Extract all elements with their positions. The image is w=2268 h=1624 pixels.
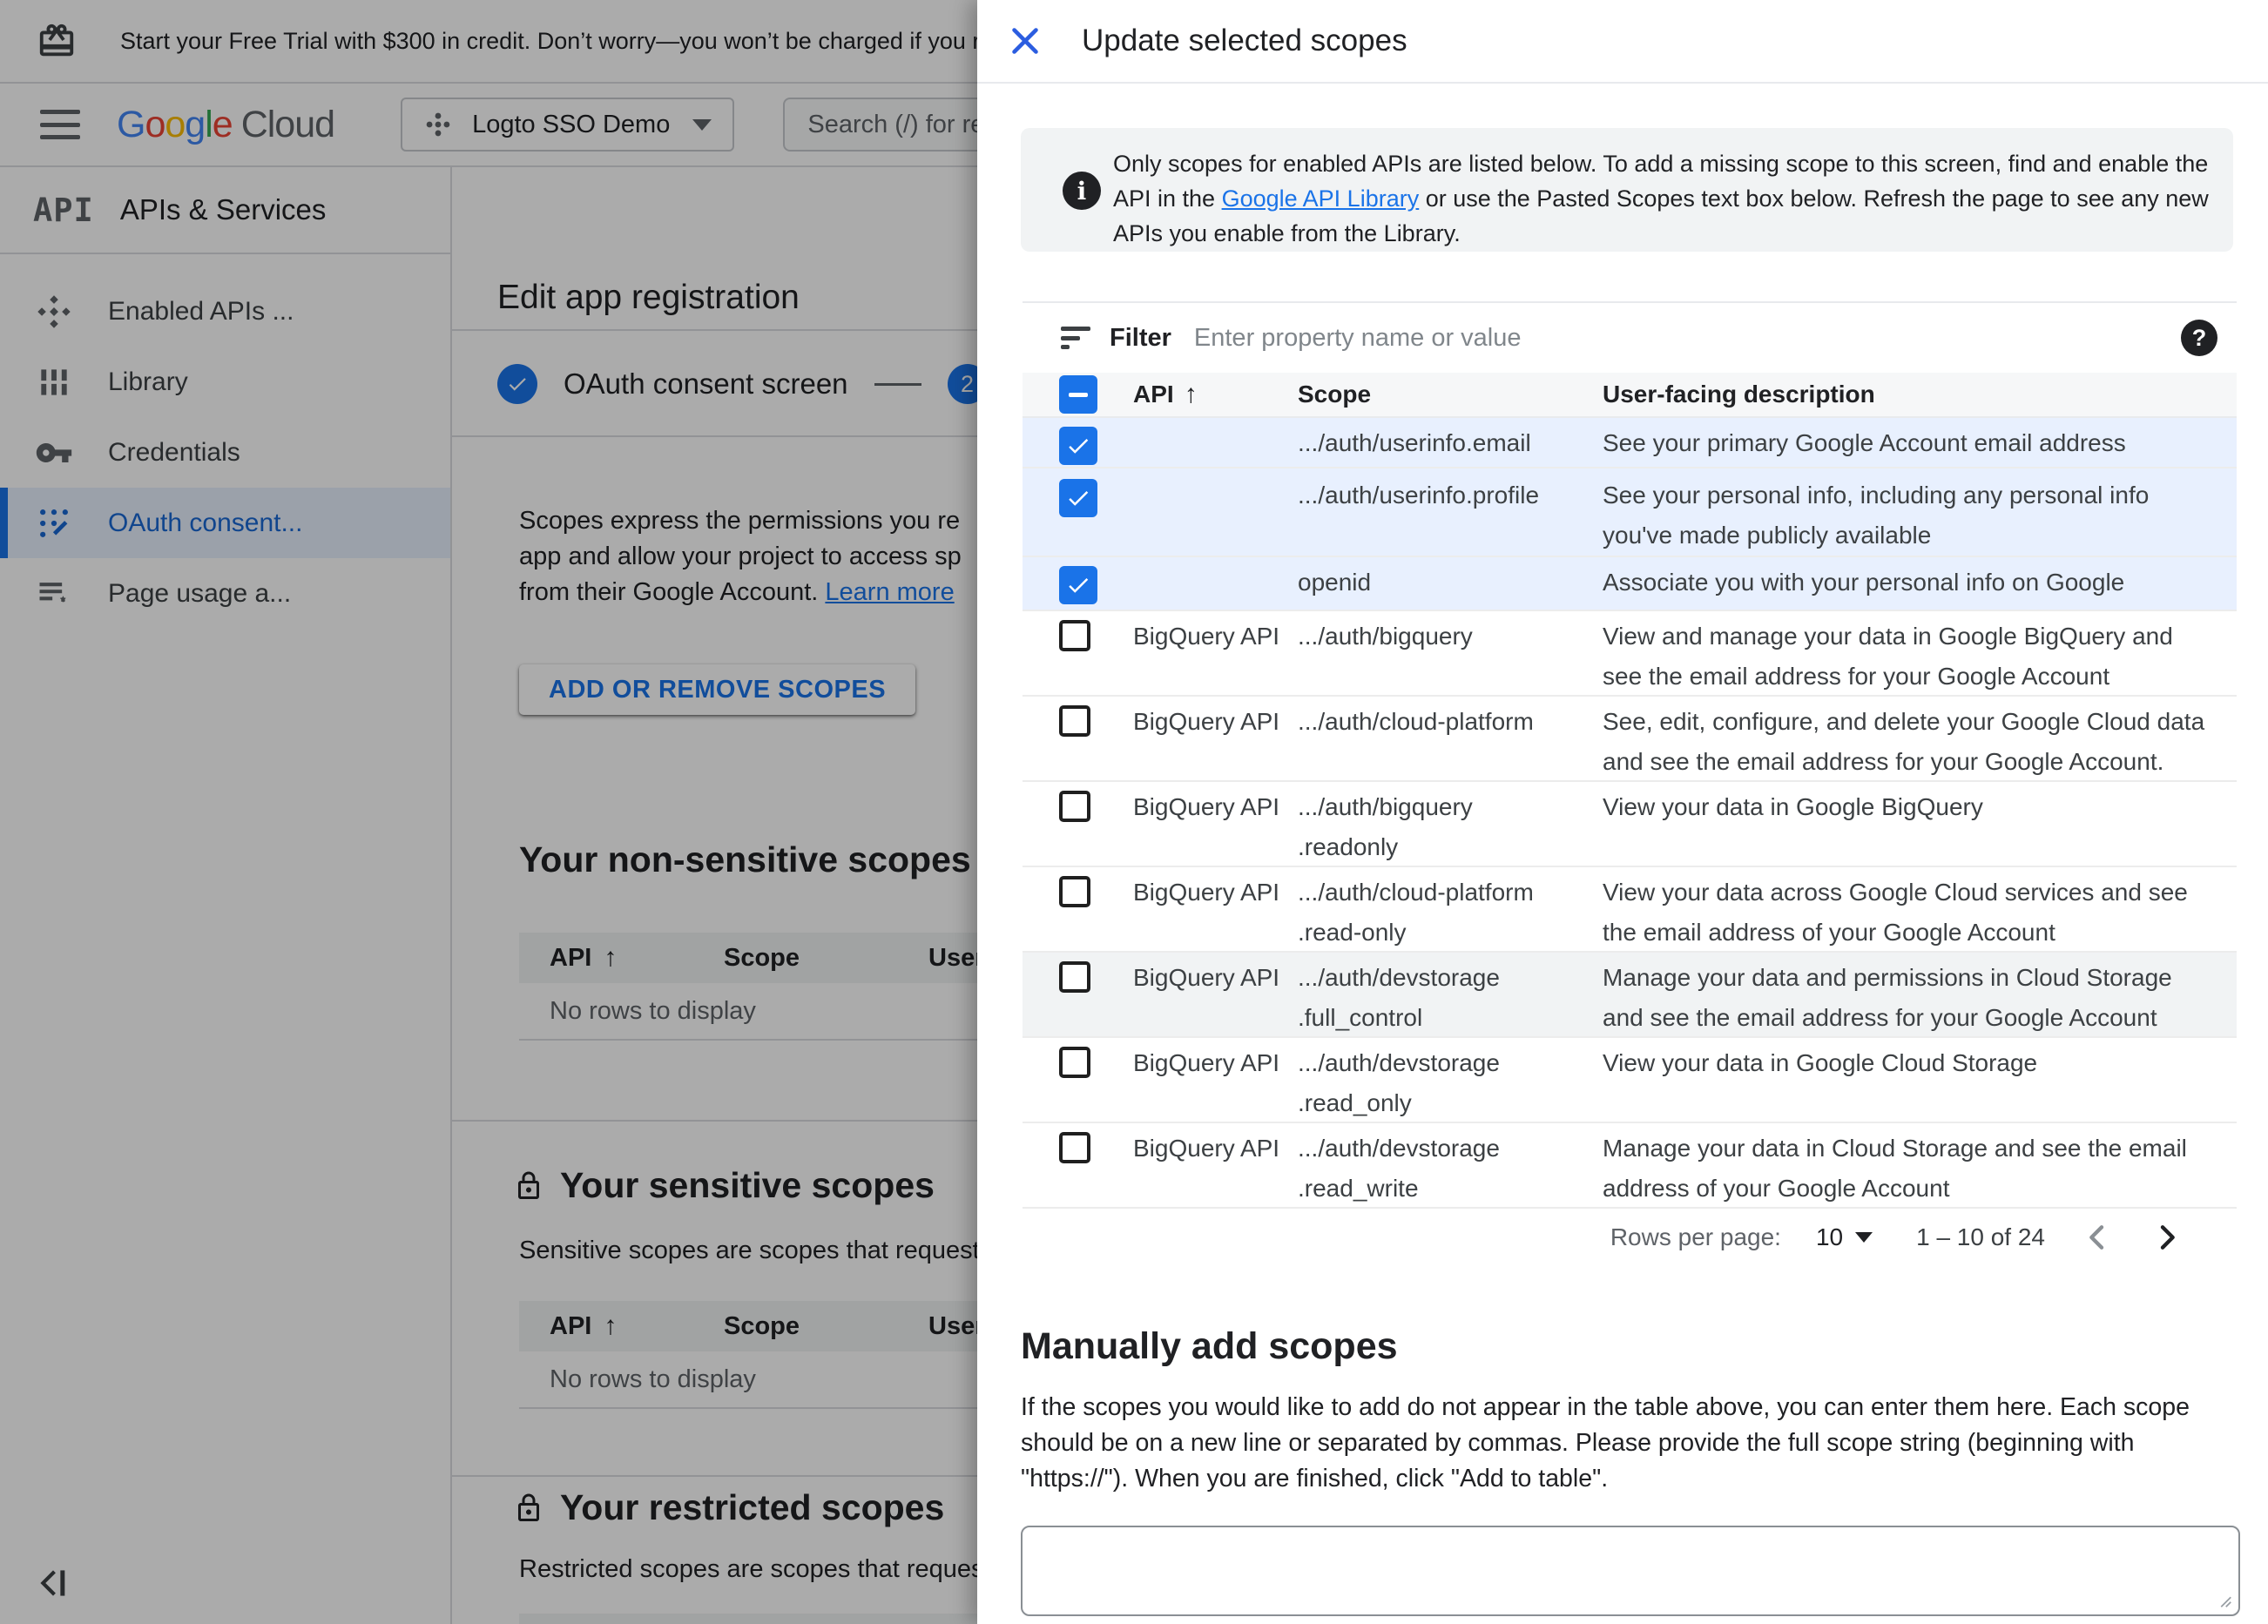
table-row[interactable]: BigQuery API .../auth/bigquery .readonly… <box>1023 782 2237 867</box>
table-row[interactable]: BigQuery API .../auth/bigquery View and … <box>1023 611 2237 697</box>
row-api: BigQuery API <box>1133 879 1280 906</box>
sort-ascending-icon[interactable]: ↑ <box>1185 380 1198 409</box>
row-api: BigQuery API <box>1133 1049 1280 1076</box>
col-scope[interactable]: Scope <box>1298 381 1603 408</box>
rows-per-page-value: 10 <box>1815 1223 1844 1250</box>
row-checkbox-unchecked[interactable] <box>1059 705 1094 740</box>
row-checkbox-checked[interactable] <box>1059 427 1097 465</box>
panel-title: Update selected scopes <box>1082 24 1407 57</box>
col-description[interactable]: User-facing description <box>1603 381 2237 408</box>
manual-scopes-textarea[interactable] <box>1021 1526 2240 1616</box>
row-api: BigQuery API <box>1133 964 1280 991</box>
row-scope: .../auth/bigquery <box>1298 623 1473 650</box>
close-icon[interactable] <box>1005 21 1045 61</box>
row-scope: .../auth/userinfo.profile <box>1298 482 1540 509</box>
row-description: View and manage your data in Google BigQ… <box>1603 623 2173 690</box>
row-checkbox-checked[interactable] <box>1059 566 1097 604</box>
row-scope: .../auth/cloud-platform <box>1298 708 1534 735</box>
row-description: See your primary Google Account email ad… <box>1603 429 2126 456</box>
select-all-checkbox[interactable] <box>1059 375 1097 414</box>
update-scopes-panel: Update selected scopes i Only scopes for… <box>977 0 2268 1624</box>
row-api: BigQuery API <box>1133 708 1280 735</box>
row-description: See your personal info, including any pe… <box>1603 482 2150 549</box>
row-description: Manage your data in Cloud Storage and se… <box>1603 1135 2187 1202</box>
row-checkbox-unchecked[interactable] <box>1059 620 1094 655</box>
row-api: BigQuery API <box>1133 623 1280 650</box>
row-api: BigQuery API <box>1133 1135 1280 1162</box>
scopes-table-header: API ↑ Scope User-facing description <box>1023 373 2237 418</box>
info-icon: i <box>1063 172 1101 210</box>
row-scope: .../auth/devstorage .read_write <box>1298 1135 1500 1202</box>
row-description: See, edit, configure, and delete your Go… <box>1603 708 2205 775</box>
row-description: View your data in Google BigQuery <box>1603 793 1983 820</box>
manually-add-scopes-heading: Manually add scopes <box>1021 1325 1398 1367</box>
row-description: View your data in Google Cloud Storage <box>1603 1049 2038 1076</box>
rows-per-page-label: Rows per page: <box>1610 1223 1781 1250</box>
row-scope: .../auth/bigquery .readonly <box>1298 793 1473 860</box>
col-label: API <box>1133 381 1174 408</box>
filter-label: Filter <box>1110 323 1171 352</box>
col-label: User-facing description <box>1603 381 1875 408</box>
scopes-table-block: Filter ? API ↑ Scope User-facing descript… <box>1023 301 2237 1266</box>
manual-scopes-field <box>1021 1526 2240 1616</box>
info-banner: i Only scopes for enabled APIs are liste… <box>1021 128 2233 252</box>
info-text: Only scopes for enabled APIs are listed … <box>1113 146 2212 251</box>
table-row[interactable]: .../auth/userinfo.profile See your perso… <box>1023 468 2237 557</box>
filter-icon <box>1061 327 1092 349</box>
row-scope: .../auth/devstorage .full_control <box>1298 964 1500 1031</box>
table-row[interactable]: BigQuery API .../auth/devstorage .full_c… <box>1023 953 2237 1038</box>
previous-page-icon[interactable] <box>2080 1220 2115 1255</box>
chevron-down-icon <box>1855 1232 1873 1243</box>
filter-input[interactable] <box>1193 323 2181 353</box>
row-checkbox-unchecked[interactable] <box>1059 1047 1094 1082</box>
filter-bar: Filter ? <box>1023 303 2237 373</box>
table-row[interactable]: BigQuery API .../auth/devstorage .read_w… <box>1023 1123 2237 1209</box>
row-scope: openid <box>1298 569 1372 596</box>
col-api[interactable]: API ↑ <box>1133 380 1298 409</box>
manually-add-scopes-desc: If the scopes you would like to add do n… <box>1021 1393 2190 1493</box>
row-description: Manage your data and permissions in Clou… <box>1603 964 2172 1031</box>
row-scope: .../auth/devstorage .read_only <box>1298 1049 1500 1116</box>
overlay-scrim[interactable] <box>0 0 977 1624</box>
google-cloud-console: Start your Free Trial with $300 in credi… <box>0 0 2268 1624</box>
help-icon[interactable]: ? <box>2181 320 2217 356</box>
col-label: Scope <box>1298 381 1372 408</box>
pagination-range: 1 – 10 of 24 <box>1916 1223 2045 1250</box>
row-checkbox-checked[interactable] <box>1059 479 1097 517</box>
table-row[interactable]: BigQuery API .../auth/cloud-platform See… <box>1023 697 2237 782</box>
rows-per-page-select[interactable]: 10 <box>1816 1223 1873 1251</box>
pagination: Rows per page: 10 1 – 10 of 24 <box>1023 1209 2237 1266</box>
table-row[interactable]: BigQuery API .../auth/devstorage .read_o… <box>1023 1038 2237 1123</box>
panel-header: Update selected scopes <box>977 0 2268 84</box>
row-checkbox-unchecked[interactable] <box>1059 961 1094 996</box>
row-checkbox-unchecked[interactable] <box>1059 876 1094 911</box>
google-api-library-link[interactable]: Google API Library <box>1222 185 1420 212</box>
next-page-icon[interactable] <box>2150 1220 2184 1255</box>
row-scope: .../auth/userinfo.email <box>1298 429 1531 456</box>
row-description: Associate you with your personal info on… <box>1603 569 2125 596</box>
row-checkbox-unchecked[interactable] <box>1059 791 1094 825</box>
row-api: BigQuery API <box>1133 793 1280 820</box>
row-scope: .../auth/cloud-platform .read-only <box>1298 879 1534 946</box>
row-checkbox-unchecked[interactable] <box>1059 1132 1094 1167</box>
table-row[interactable]: BigQuery API .../auth/cloud-platform .re… <box>1023 867 2237 953</box>
row-description: View your data across Google Cloud servi… <box>1603 879 2188 946</box>
table-row[interactable]: openid Associate you with your personal … <box>1023 557 2237 611</box>
table-row[interactable]: .../auth/userinfo.email See your primary… <box>1023 418 2237 468</box>
